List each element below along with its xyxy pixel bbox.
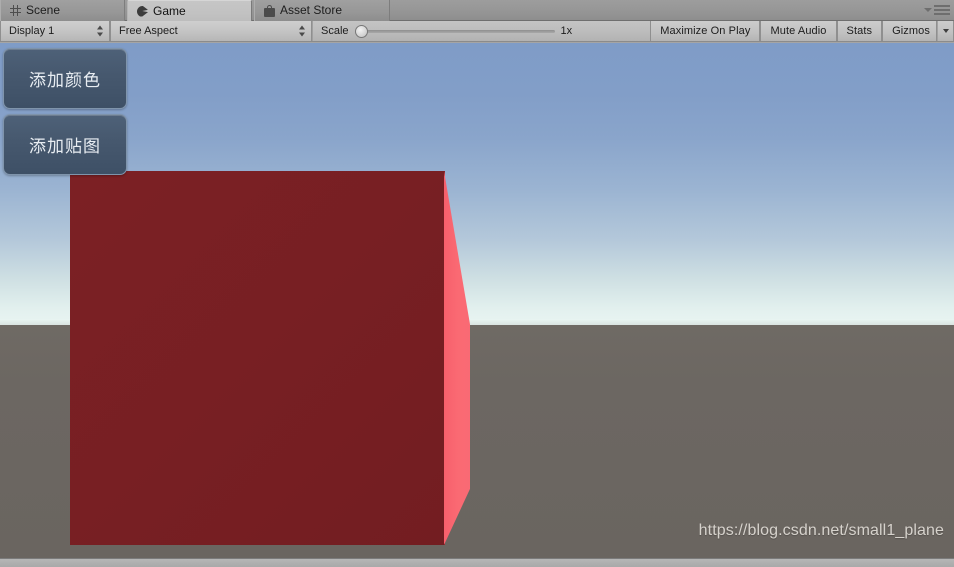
chevron-down-icon[interactable] <box>937 21 954 41</box>
updown-arrows-icon <box>299 25 306 37</box>
cube-front-face <box>70 171 445 545</box>
add-color-button-label: 添加颜色 <box>29 71 101 91</box>
scale-label: Scale <box>321 25 349 37</box>
panel-options-icon[interactable] <box>924 4 950 17</box>
display-dropdown[interactable]: Display 1 <box>0 21 110 41</box>
gizmos-button[interactable]: Gizmos <box>882 21 937 41</box>
tab-scene-label: Scene <box>26 3 61 17</box>
add-texture-button[interactable]: 添加贴图 <box>3 114 127 175</box>
watermark-text: https://blog.csdn.net/small1_plane <box>698 522 944 539</box>
scale-value: 1x <box>560 25 573 37</box>
bottom-status-strip <box>0 558 954 567</box>
scale-control: Scale 1x <box>312 21 585 41</box>
updown-arrows-icon <box>97 25 104 37</box>
tab-game-label: Game <box>153 3 186 18</box>
unity-editor-window: Scene Game Asset Store Display 1 Free As… <box>0 0 954 567</box>
stats-button[interactable]: Stats <box>836 21 883 41</box>
tab-game[interactable]: Game <box>127 0 252 21</box>
aspect-ratio-value: Free Aspect <box>119 25 178 37</box>
game-view-toolbar: Display 1 Free Aspect Scale 1x Maximize … <box>0 21 954 42</box>
scale-slider-track <box>354 30 555 33</box>
tab-asset-store[interactable]: Asset Store <box>254 0 390 21</box>
game-controller-icon <box>137 5 148 17</box>
aspect-ratio-dropdown[interactable]: Free Aspect <box>110 21 312 41</box>
add-texture-button-label: 添加贴图 <box>29 137 101 157</box>
tab-scene[interactable]: Scene <box>0 0 125 21</box>
tab-bar: Scene Game Asset Store <box>0 0 954 21</box>
maximize-on-play-button[interactable]: Maximize On Play <box>650 21 761 41</box>
scale-slider[interactable] <box>354 24 555 38</box>
display-dropdown-value: Display 1 <box>9 25 55 37</box>
add-color-button[interactable]: 添加颜色 <box>3 48 127 109</box>
scale-slider-knob[interactable] <box>354 25 368 38</box>
game-view-viewport[interactable]: 添加颜色 添加贴图 https://blog.csdn.net/small1_p… <box>0 43 954 558</box>
shopping-bag-icon <box>264 4 275 17</box>
tab-asset-store-label: Asset Store <box>280 3 343 17</box>
grid-icon <box>10 5 21 16</box>
mute-audio-button[interactable]: Mute Audio <box>760 21 837 41</box>
